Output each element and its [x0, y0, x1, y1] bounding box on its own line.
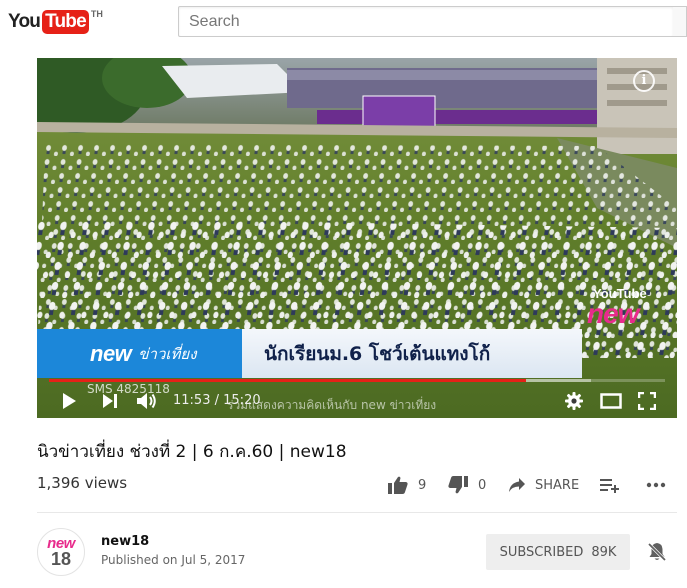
- settings-button[interactable]: [561, 387, 587, 415]
- fullscreen-icon: [638, 392, 656, 410]
- more-horizontal-icon: [646, 482, 666, 488]
- volume-button[interactable]: [133, 387, 161, 415]
- add-to-playlist-button[interactable]: [600, 474, 620, 496]
- search-input[interactable]: [178, 6, 674, 37]
- logo-tube-text: Tube: [42, 10, 89, 34]
- subscribed-button[interactable]: SUBSCRIBED 89K: [486, 534, 630, 570]
- next-button[interactable]: [97, 387, 123, 415]
- youtube-logo[interactable]: You Tube TH: [8, 9, 103, 36]
- fullscreen-button[interactable]: [633, 387, 661, 415]
- subscriber-count: 89K: [591, 544, 617, 560]
- news-lower-third: new ข่าวเที่ยง นักเรียนม.6 โชว์เต้นแทงโก…: [37, 329, 582, 378]
- next-icon: [103, 394, 117, 408]
- news-brand-new: new: [90, 340, 132, 366]
- dislike-button[interactable]: 0: [448, 474, 486, 496]
- add-to-playlist-icon: [600, 479, 619, 493]
- theater-icon: [600, 393, 622, 409]
- progress-played: [49, 379, 527, 382]
- gear-icon: [565, 392, 583, 410]
- subscribed-label: SUBSCRIBED: [499, 544, 584, 560]
- view-count: 1,396 views: [37, 474, 128, 492]
- share-arrow-icon: [509, 478, 525, 492]
- notification-bell-button[interactable]: [646, 541, 668, 563]
- news-brand: new ข่าวเที่ยง: [37, 329, 242, 378]
- like-count: 9: [418, 477, 427, 493]
- logo-country-code: TH: [90, 9, 103, 19]
- share-label: SHARE: [535, 477, 580, 493]
- publish-date: Published on Jul 5, 2017: [101, 553, 246, 567]
- search-button[interactable]: [673, 6, 687, 37]
- dislike-count: 0: [478, 477, 487, 493]
- duration: 15:20: [223, 393, 261, 408]
- news-headline-text: นักเรียนม.6 โชว์เต้นแทงโก้: [264, 342, 491, 365]
- masthead: You Tube TH: [0, 0, 687, 48]
- current-time: 11:53: [173, 393, 211, 408]
- thumbs-up-icon: [388, 476, 408, 494]
- play-button[interactable]: [55, 387, 83, 415]
- play-icon: [63, 393, 76, 409]
- like-button[interactable]: 9: [388, 474, 426, 496]
- share-button[interactable]: SHARE: [508, 474, 579, 496]
- video-player[interactable]: i YouTube new new ข่าวเที่ยง นักเรียนม.6…: [37, 58, 677, 418]
- channel-name[interactable]: new18: [101, 534, 149, 549]
- video-title: นิวข่าวเที่ยง ช่วงที่ 2 | 6 ก.ค.60 | new…: [37, 442, 347, 462]
- progress-bar[interactable]: [49, 379, 665, 382]
- news-program-name: ข่าวเที่ยง: [138, 344, 197, 363]
- thumbs-down-icon: [448, 476, 468, 494]
- watermark-new-text: new: [587, 298, 639, 329]
- news-headline: นักเรียนม.6 โชว์เต้นแทงโก้: [242, 329, 582, 378]
- more-actions-button[interactable]: [646, 474, 666, 496]
- bell-off-icon: [647, 542, 667, 562]
- time-separator: /: [214, 393, 219, 408]
- logo-you-text: You: [8, 11, 41, 32]
- channel-avatar[interactable]: new 18: [37, 528, 85, 576]
- player-controls: 11:53 / 15:20: [37, 384, 677, 418]
- theater-mode-button[interactable]: [597, 387, 625, 415]
- time-display: 11:53 / 15:20: [173, 391, 261, 411]
- avatar-18-text: 18: [50, 548, 72, 569]
- info-icon[interactable]: i: [633, 70, 655, 92]
- channel-watermark: YouTube new: [549, 286, 649, 329]
- section-divider: [37, 512, 677, 513]
- volume-icon: [137, 393, 156, 409]
